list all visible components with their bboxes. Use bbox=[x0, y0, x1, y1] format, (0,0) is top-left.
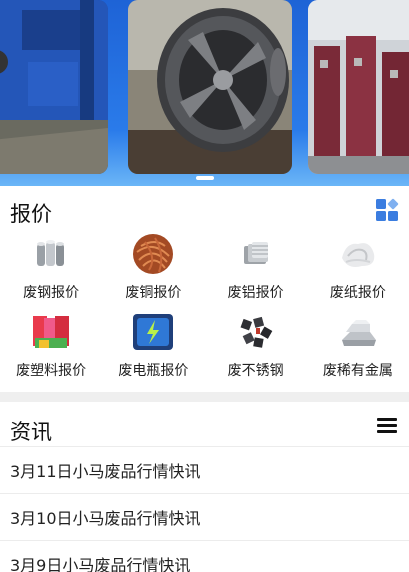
quote-item-label: 废稀有金属 bbox=[322, 363, 393, 379]
quote-header: 报价 bbox=[0, 186, 409, 230]
quote-item-paper[interactable]: 废纸报价 bbox=[307, 230, 409, 308]
paper-icon bbox=[336, 232, 380, 276]
quote-grid: 废钢报价 废铜报价 废铝报价 废纸报价 废塑料报价 废电瓶报价 废不锈钢 废稀有… bbox=[0, 230, 409, 392]
carousel-indicator[interactable] bbox=[196, 176, 214, 180]
quote-item-plastic[interactable]: 废塑料报价 bbox=[0, 308, 102, 386]
quote-item-rare-metal[interactable]: 废稀有金属 bbox=[307, 308, 409, 386]
quote-item-label: 废塑料报价 bbox=[16, 363, 87, 379]
carousel-slide-gear[interactable] bbox=[128, 0, 292, 174]
news-item[interactable]: 3月11日小马废品行情快讯 bbox=[0, 447, 409, 494]
quote-section: 报价 废钢报价 废铜报价 废铝报价 废纸报价 废塑料报价 废电瓶报价 废不锈钢 … bbox=[0, 186, 409, 392]
stainless-steel-icon bbox=[234, 310, 278, 354]
quote-item-aluminum[interactable]: 废铝报价 bbox=[205, 230, 307, 308]
rare-metal-icon bbox=[336, 310, 380, 354]
quote-item-battery[interactable]: 废电瓶报价 bbox=[102, 308, 204, 386]
aluminum-icon bbox=[234, 232, 278, 276]
quote-item-label: 废铜报价 bbox=[125, 285, 182, 301]
quote-item-label: 废钢报价 bbox=[23, 285, 80, 301]
steel-pipe-icon bbox=[29, 232, 73, 276]
copper-wire-icon bbox=[131, 232, 175, 276]
news-section: 资讯 3月11日小马废品行情快讯 3月10日小马废品行情快讯 3月9日小马废品行… bbox=[0, 402, 409, 572]
carousel-slide-parts[interactable] bbox=[308, 0, 409, 174]
news-item[interactable]: 3月9日小马废品行情快讯 bbox=[0, 541, 409, 572]
quote-item-label: 废纸报价 bbox=[329, 285, 386, 301]
menu-list-icon[interactable] bbox=[377, 418, 397, 434]
battery-icon bbox=[131, 310, 175, 354]
news-item[interactable]: 3月10日小马废品行情快讯 bbox=[0, 494, 409, 541]
quote-item-steel[interactable]: 废钢报价 bbox=[0, 230, 102, 308]
plastic-icon bbox=[29, 310, 73, 354]
quote-item-label: 废不锈钢 bbox=[227, 363, 284, 379]
grid-apps-icon[interactable] bbox=[375, 198, 399, 222]
banner-carousel[interactable] bbox=[0, 0, 409, 186]
section-divider bbox=[0, 392, 409, 402]
carousel-slide-baler[interactable] bbox=[0, 0, 108, 174]
quote-item-label: 废铝报价 bbox=[227, 285, 284, 301]
news-title: 资讯 bbox=[10, 420, 52, 444]
quote-title: 报价 bbox=[10, 202, 52, 226]
quote-item-copper[interactable]: 废铜报价 bbox=[102, 230, 204, 308]
quote-item-stainless[interactable]: 废不锈钢 bbox=[205, 308, 307, 386]
quote-item-label: 废电瓶报价 bbox=[118, 363, 189, 379]
news-header: 资讯 bbox=[0, 402, 409, 446]
news-list: 3月11日小马废品行情快讯 3月10日小马废品行情快讯 3月9日小马废品行情快讯 bbox=[0, 446, 409, 572]
